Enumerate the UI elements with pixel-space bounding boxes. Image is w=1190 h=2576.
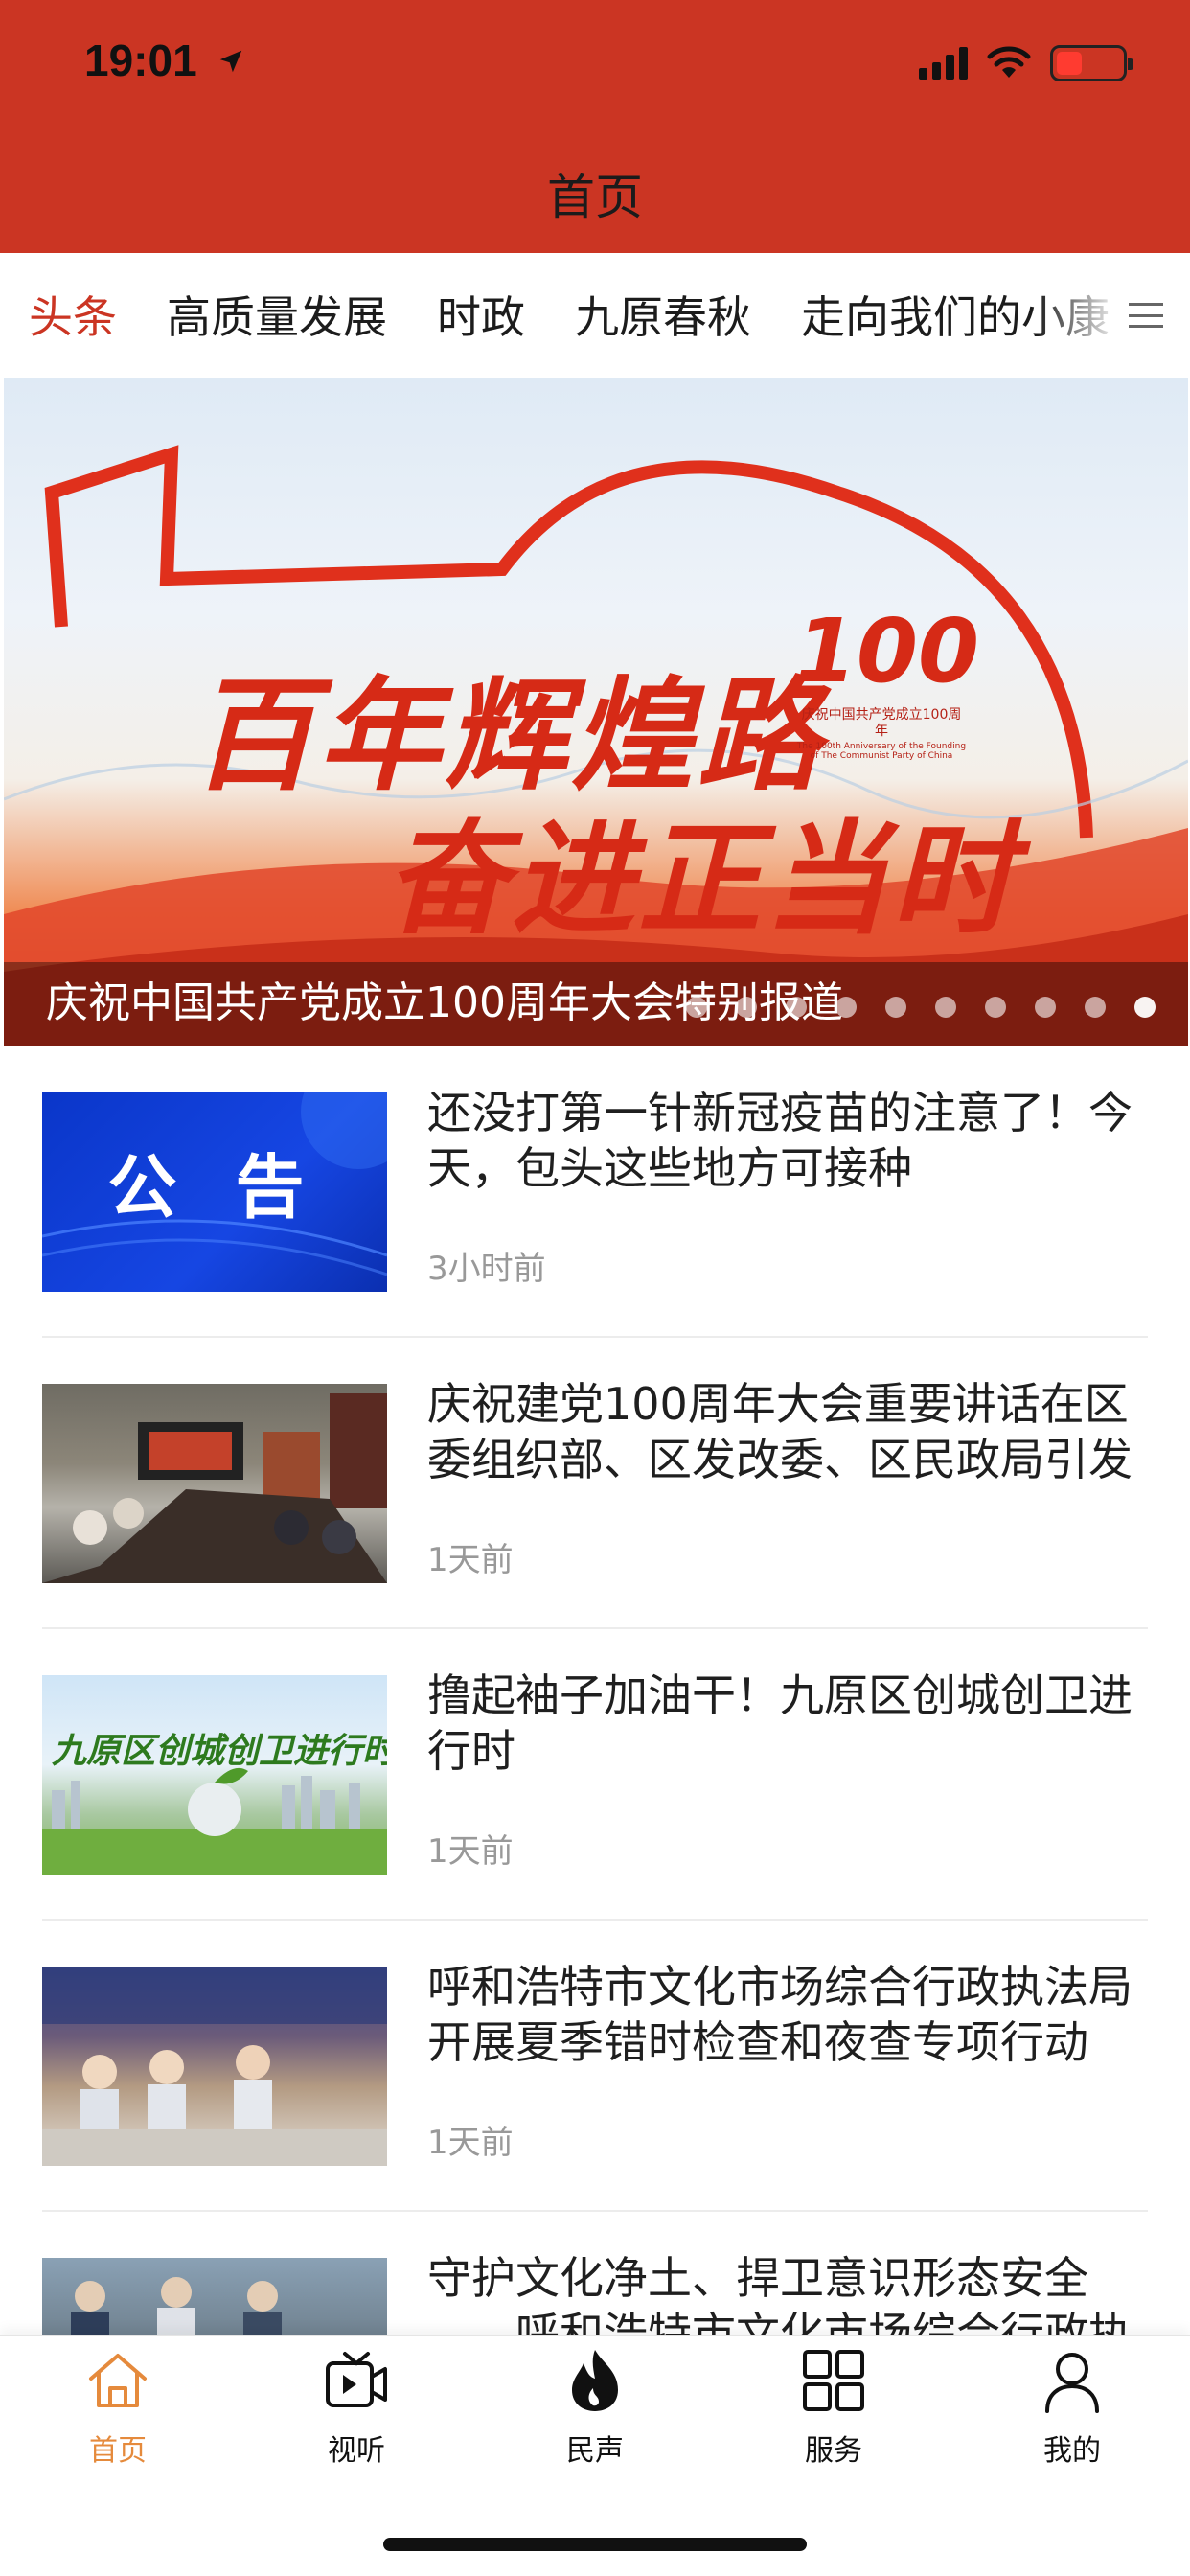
- news-title: 撸起袖子加油干！九原区创城创卫进行时: [427, 1669, 1133, 1777]
- tab-fade: [1037, 253, 1190, 376]
- cellular-signal-icon: [919, 47, 968, 80]
- tab-headlines[interactable]: 头条: [29, 283, 117, 346]
- news-item[interactable]: 呼和浩特市文化市场综合行政执法局 开展夏季错时检查和夜查专项行动 1天前: [42, 1920, 1148, 2212]
- nav-label: 首页: [89, 2434, 147, 2468]
- carousel-dot[interactable]: [935, 997, 956, 1018]
- category-tabs: 头条 高质量发展 时政 九原春秋 走向我们的小康: [0, 253, 1190, 376]
- badge-text-en: The 100th Anniversary of the Founding of…: [796, 741, 967, 762]
- news-time: 1天前: [427, 1541, 514, 1579]
- news-time: 1天前: [427, 1832, 514, 1871]
- carousel-dot[interactable]: [1134, 997, 1156, 1018]
- nav-label: 我的: [1043, 2434, 1101, 2468]
- banner-headline-2: 奋进正当时: [385, 809, 1018, 952]
- news-list: 公 告 还没打第一针新冠疫苗的注意了！今天，包头这些地方可接种 3小时前 庆祝建…: [0, 1046, 1190, 2503]
- tab-politics[interactable]: 时政: [437, 283, 525, 346]
- nav-voice[interactable]: 民声: [509, 2346, 681, 2490]
- carousel-dot[interactable]: [736, 997, 757, 1018]
- nav-label: 民声: [566, 2434, 624, 2468]
- badge-number: 100: [795, 600, 980, 702]
- nav-mine[interactable]: 我的: [986, 2346, 1158, 2490]
- anniversary-badge: 100 庆祝中国共产党成立100周年 The 100th Anniversary…: [795, 600, 980, 762]
- carousel-dot[interactable]: [1085, 997, 1106, 1018]
- flame-icon: [509, 2346, 681, 2419]
- news-thumbnail: [42, 1966, 387, 2166]
- wifi-icon: [985, 43, 1033, 83]
- carousel-dot[interactable]: [1035, 997, 1056, 1018]
- news-item[interactable]: 公 告 还没打第一针新冠疫苗的注意了！今天，包头这些地方可接种 3小时前: [42, 1046, 1148, 1338]
- news-thumbnail: 公 告: [42, 1092, 387, 1292]
- location-arrow-icon: [217, 34, 245, 86]
- grid-icon: [747, 2346, 920, 2419]
- carousel-dot[interactable]: [985, 997, 1006, 1018]
- news-title: 还没打第一针新冠疫苗的注意了！今天，包头这些地方可接种: [427, 1087, 1133, 1194]
- carousel-dot[interactable]: [786, 997, 807, 1018]
- news-title: 呼和浩特市文化市场综合行政执法局 开展夏季错时检查和夜查专项行动: [427, 1961, 1133, 2068]
- carousel-dots: [686, 997, 1156, 1018]
- battery-icon: [1050, 45, 1133, 81]
- tv-icon: [270, 2346, 443, 2419]
- menu-icon[interactable]: [1129, 303, 1163, 328]
- nav-home[interactable]: 首页: [32, 2346, 204, 2490]
- news-title: 庆祝建党100周年大会重要讲话在区委组织部、区发改委、区民政局引发热烈反响: [427, 1378, 1133, 1485]
- news-time: 3小时前: [427, 1250, 546, 1288]
- tab-jiuyuan-chronicles[interactable]: 九原春秋: [575, 283, 751, 346]
- carousel-dot[interactable]: [885, 997, 906, 1018]
- status-time: 19:01: [84, 34, 245, 86]
- thumbnail-text: 九原区创城创卫进行时: [52, 1732, 387, 1771]
- carousel-dot[interactable]: [686, 997, 707, 1018]
- person-icon: [986, 2346, 1158, 2419]
- nav-services[interactable]: 服务: [747, 2346, 920, 2490]
- carousel-dot[interactable]: [835, 997, 857, 1018]
- news-item[interactable]: 九原区创城创卫进行时 撸起袖子加油干！九原区创城创卫进行时 1天前: [42, 1629, 1148, 1920]
- page-title: 首页: [547, 170, 643, 225]
- thumbnail-text: 公 告: [107, 1147, 322, 1228]
- home-icon: [32, 2346, 204, 2419]
- nav-label: 视听: [328, 2434, 385, 2468]
- badge-text: 庆祝中国共产党成立100周年: [801, 707, 962, 739]
- status-time-text: 19:01: [84, 35, 197, 85]
- tab-high-quality-development[interactable]: 高质量发展: [167, 283, 387, 346]
- home-indicator: [383, 2538, 807, 2551]
- carousel-banner[interactable]: 百年辉煌路 奋进正当时 100 庆祝中国共产党成立100周年 The 100th…: [4, 378, 1188, 1046]
- news-thumbnail: 九原区创城创卫进行时: [42, 1675, 387, 1874]
- nav-audiovisual[interactable]: 视听: [270, 2346, 443, 2490]
- app-header: 19:01 首页: [0, 0, 1190, 253]
- tab-list: 头条 高质量发展 时政 九原春秋 走向我们的小康: [29, 253, 1110, 376]
- news-time: 1天前: [427, 2124, 514, 2162]
- status-indicators: [919, 42, 1133, 84]
- news-item[interactable]: 庆祝建党100周年大会重要讲话在区委组织部、区发改委、区民政局引发热烈反响 1天…: [42, 1338, 1148, 1629]
- nav-label: 服务: [805, 2434, 862, 2468]
- news-thumbnail: [42, 1384, 387, 1583]
